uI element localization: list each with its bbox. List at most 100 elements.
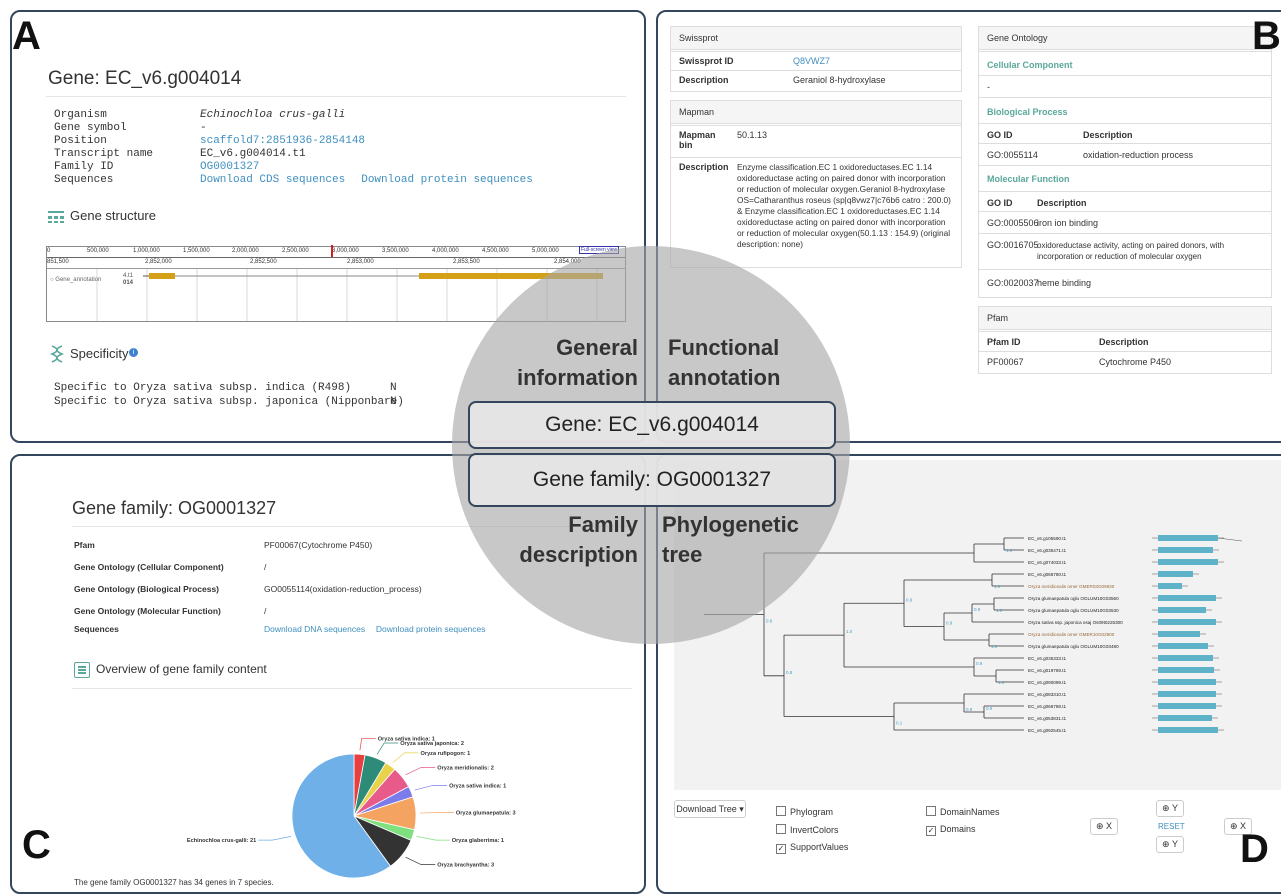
mapman-bin-label: Mapman bin <box>679 130 716 150</box>
ruler-tick: 3,500,000 <box>382 248 409 254</box>
panel-letter-a: A <box>12 14 41 58</box>
tree-leaf-label[interactable]: EC_v6.g092545.t1 <box>1028 728 1067 733</box>
pie-leader-line <box>359 737 376 751</box>
tree-leaf-label[interactable]: EC_v6.g019769.t1 <box>1028 668 1067 673</box>
tree-leaf-label[interactable]: EC_v6.g035471.t1 <box>1028 548 1067 553</box>
domains-checkbox[interactable]: ✓ Domains <box>926 824 976 836</box>
checkbox-checked[interactable]: ✓ <box>926 826 936 836</box>
support-value: 0.9 <box>946 621 953 626</box>
download-protein-link[interactable]: Download protein sequences <box>376 624 486 634</box>
functional-label: Functional <box>668 335 780 360</box>
support-value: 0.8 <box>766 618 773 623</box>
tree-leaf-label[interactable]: Oryza meridionalis omer OMER03G09930 <box>1028 584 1115 589</box>
info-key: Transcript name <box>54 148 154 160</box>
domain-backbone <box>1217 537 1243 542</box>
gene-symbol-value: - <box>200 122 207 134</box>
overview-divider <box>72 688 632 689</box>
tree-leaf-label[interactable]: EC_v6.g066788.t1 <box>1028 704 1067 709</box>
tree-leaf-label[interactable]: EC_v6.g053831.t1 <box>1028 716 1067 721</box>
go-bp-label: Biological Process <box>987 107 1068 117</box>
pfam-desc: Cytochrome P450 <box>1099 357 1172 367</box>
ruler-bottom: 851,500 2,852,000 2,852,500 2,853,000 2,… <box>47 258 625 269</box>
pie-label: Oryza meridionalis: 2 <box>437 765 494 771</box>
zoom-label: Y <box>1171 839 1178 849</box>
tree-leaf-label[interactable]: Oryza meridionalis omer OMER10G02900 <box>1028 632 1115 637</box>
domain-bar <box>1158 727 1218 733</box>
checkbox-checked[interactable]: ✓ <box>776 844 786 854</box>
info-key: Family ID <box>54 161 114 173</box>
ruler-tick: 4,000,000 <box>432 248 459 254</box>
transcript-value: EC_v6.g004014.t1 <box>200 148 306 160</box>
info-key: Gene symbol <box>54 122 127 134</box>
panel-letter-c: C <box>22 823 51 867</box>
info-icon[interactable]: i <box>129 348 138 357</box>
support-values-checkbox[interactable]: ✓ SupportValues <box>776 842 848 854</box>
info-key: Gene Ontology (Cellular Component) <box>74 562 224 572</box>
domain-bar <box>1158 667 1214 673</box>
download-dna-link[interactable]: Download DNA sequences <box>264 624 365 634</box>
family-title: Gene family: OG0001327 <box>72 498 277 518</box>
specific-row-japonica: Specific to Oryza sativa subsp. japonica… <box>54 396 404 408</box>
checkbox-box[interactable] <box>926 806 936 816</box>
go-mf-label: Molecular Function <box>987 174 1070 184</box>
ruler-tick: 4,500,000 <box>482 248 509 254</box>
tree-leaf-label[interactable]: EC_v6.g105590.t1 <box>1028 536 1067 541</box>
phylogram-checkbox[interactable]: Phylogram <box>776 806 833 817</box>
ruler-tick: 851,500 <box>47 259 69 265</box>
checkbox-box[interactable] <box>776 806 786 816</box>
reset-button[interactable]: RESET <box>1158 822 1185 831</box>
pie-label: Oryza sativa indica: 1 <box>449 783 506 789</box>
go-mf-id: GO:0020037 <box>987 278 1039 288</box>
download-tree-button[interactable]: Download Tree ▾ <box>674 800 746 818</box>
family-id-link[interactable]: OG0001327 <box>200 161 259 173</box>
specific-row-indica: Specific to Oryza sativa subsp. indica (… <box>54 382 352 394</box>
tree-leaf-label[interactable]: Oryza glumaepatula oglu OGLUM10G03480 <box>1028 644 1119 649</box>
family-label: Family <box>568 512 638 537</box>
checkbox-label: Domains <box>940 824 976 834</box>
tree-leaf-label[interactable]: EC_v6.g066780.t1 <box>1028 572 1067 577</box>
info-key: Gene Ontology (Molecular Function) <box>74 606 221 616</box>
tree-leaf-label[interactable]: EC_v6.g074033.t1 <box>1028 560 1067 565</box>
download-cds-link[interactable]: Download CDS sequences <box>200 174 345 186</box>
gene-pill: Gene: EC_v6.g004014 <box>468 401 836 449</box>
domain-bar <box>1158 643 1208 649</box>
swissprot-id-link[interactable]: Q8VWZ7 <box>793 56 830 66</box>
ruler-top: 0 500,000 1,000,000 1,500,000 2,000,000 … <box>47 245 625 258</box>
tree-leaf-label[interactable]: EC_v6.g083310.t1 <box>1028 692 1067 697</box>
domain-bar <box>1158 715 1212 721</box>
tree-leaf-label[interactable]: Oryza glumaepatula oglu OGLUM10G03560 <box>1028 596 1119 601</box>
tree-leaf-label[interactable]: EC_v6.g035333.t1 <box>1028 656 1067 661</box>
ruler-tick: 2,853,500 <box>453 259 480 265</box>
zoom-label: X <box>1106 821 1113 831</box>
pie-leader-line <box>376 742 399 755</box>
pie-leader-line <box>414 784 448 791</box>
ruler-tick: 2,000,000 <box>232 248 259 254</box>
tree-leaf-label[interactable]: Oryza sativa ssp. japonica osaj Os09t022… <box>1028 620 1123 625</box>
pfam-desc-label: Description <box>1099 337 1149 347</box>
support-value: 0.1 <box>896 721 903 726</box>
info-key: Pfam <box>74 540 95 550</box>
tree-leaf-label[interactable]: EC_v6.g090099.t1 <box>1028 680 1067 685</box>
pfam-id: PF00067 <box>987 357 1024 367</box>
domain-names-checkbox[interactable]: DomainNames <box>926 806 1000 817</box>
go-cc-label: Cellular Component <box>987 60 1073 70</box>
go-desc-header: Description <box>1083 130 1133 140</box>
mapman-desc-label: Description <box>679 162 729 172</box>
go-id-header: GO ID <box>987 198 1013 208</box>
zoom-in-x-button[interactable]: ⊕ X <box>1090 818 1118 835</box>
go-bp-desc: oxidation-reduction process <box>1083 150 1194 160</box>
download-protein-link[interactable]: Download protein sequences <box>361 174 533 186</box>
specificity-title: Specificity <box>70 346 129 361</box>
pie-label: Oryza sativa japonica: 2 <box>400 741 464 747</box>
go-cc-value: / <box>264 562 267 572</box>
zoom-out-y-button[interactable]: ⊕ Y <box>1156 836 1184 853</box>
checkbox-box[interactable] <box>776 824 786 834</box>
domain-bar <box>1158 535 1218 541</box>
tree-leaf-label[interactable]: Oryza glumaepatula oglu OGLUM10G03530 <box>1028 608 1119 613</box>
title-divider <box>46 96 626 97</box>
go-bp-id: GO:0055114 <box>987 150 1038 160</box>
position-link[interactable]: scaffold7:2851936-2854148 <box>200 135 365 147</box>
info-key: Organism <box>54 109 107 121</box>
invert-colors-checkbox[interactable]: InvertColors <box>776 824 839 835</box>
zoom-in-y-button[interactable]: ⊕ Y <box>1156 800 1184 817</box>
